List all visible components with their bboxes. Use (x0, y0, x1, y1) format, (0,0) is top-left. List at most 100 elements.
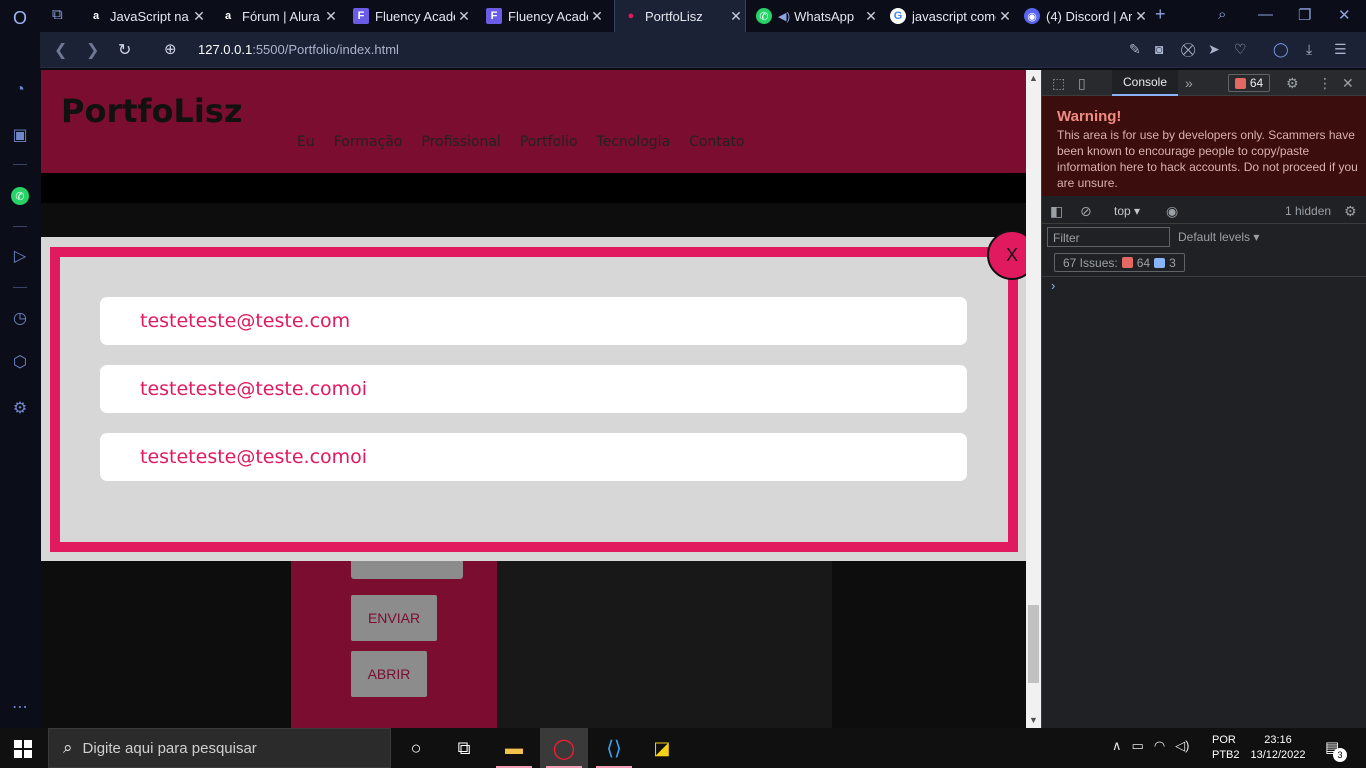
taskbar-search-box[interactable]: ⌕ Digite aqui para pesquisar (48, 728, 391, 768)
device-toolbar-icon[interactable]: ▯ (1078, 75, 1086, 92)
warning-text: This area is for use by developers only.… (1057, 128, 1358, 190)
tab-console[interactable]: Console (1112, 70, 1178, 96)
minimize-window-icon[interactable]: — (1258, 6, 1273, 23)
bookmark-heart-icon[interactable]: ♡ (1234, 41, 1247, 58)
close-tab-icon[interactable]: ✕ (190, 8, 208, 25)
close-tab-icon[interactable]: ✕ (862, 8, 880, 25)
clear-console-icon[interactable]: ⊘ (1080, 203, 1092, 220)
close-tab-icon[interactable]: ✕ (727, 8, 745, 25)
windows-start-icon[interactable] (14, 740, 32, 758)
log-levels-label: Default levels (1178, 230, 1251, 244)
tab-fluency-1[interactable]: F Fluency Acader ✕ (345, 0, 473, 32)
open-button[interactable]: ABRIR (351, 651, 427, 697)
issues-badge[interactable]: 67 Issues: 64 3 (1054, 253, 1185, 272)
close-devtools-icon[interactable]: ✕ (1342, 75, 1354, 92)
console-prompt[interactable]: › (1051, 278, 1055, 293)
input-language[interactable]: POR PTB2 (1212, 733, 1240, 763)
nav-link-formacao[interactable]: Formação (334, 134, 403, 150)
more-options-icon[interactable]: ⋯ (10, 697, 30, 717)
site-info-globe-icon[interactable]: ⊕ (164, 40, 177, 58)
issues-label: 67 Issues: (1063, 255, 1118, 270)
devtools-menu-icon[interactable]: ⋮ (1318, 75, 1332, 92)
adblock-shield-icon[interactable]: ⛒ (1181, 41, 1195, 58)
new-tab-button[interactable]: + (1155, 4, 1166, 25)
tab-search-icon[interactable]: ⌕ (1218, 6, 1226, 23)
tab-whatsapp[interactable]: ✆ ◀) WhatsApp ✕ (748, 0, 880, 32)
close-tab-icon[interactable]: ✕ (996, 8, 1014, 25)
tab-google-search[interactable]: G javascript como ✕ (882, 0, 1014, 32)
sidebar-divider (13, 287, 27, 288)
opera-logo-icon[interactable]: O (10, 8, 30, 28)
discord-favicon-icon: ◉ (1024, 8, 1040, 24)
console-settings-gear-icon[interactable]: ⚙ (1344, 203, 1357, 220)
issue-error-icon (1121, 257, 1133, 268)
nav-link-profissional[interactable]: Profissional (421, 134, 500, 150)
restore-window-icon[interactable]: ❐ (1298, 6, 1311, 24)
nav-link-portfolio[interactable]: Portfolio (520, 134, 578, 150)
alura-favicon-icon: a (224, 10, 232, 22)
tab-portfolisz[interactable]: ● PortfoLisz ✕ (614, 0, 746, 32)
log-levels-dropdown[interactable]: Default levels ▾ (1178, 230, 1259, 244)
wifi-icon[interactable]: ◠ (1154, 738, 1165, 754)
close-window-icon[interactable]: ✕ (1338, 6, 1351, 24)
forward-icon[interactable]: ❯ (86, 40, 99, 60)
context-selector[interactable]: top ▾ (1114, 204, 1140, 218)
volume-icon[interactable]: ◁) (1175, 738, 1189, 754)
nav-link-tecnologia[interactable]: Tecnologia (596, 134, 670, 150)
keyboard-layout: PTB2 (1212, 749, 1240, 761)
scroll-down-arrow-icon[interactable]: ▼ (1029, 715, 1038, 725)
file-explorer-icon[interactable]: ▬ (490, 728, 538, 768)
console-toolbar: ◧ ⊘ top ▾ ◉ 1 hidden ⚙ (1042, 198, 1366, 224)
player-icon[interactable]: ▷ (10, 246, 30, 266)
profile-icon[interactable]: ◯ (1273, 41, 1289, 58)
tab-discord[interactable]: ◉ (4) Discord | Ar ✕ (1016, 0, 1150, 32)
opera-taskbar-icon[interactable]: ◯ (540, 728, 588, 768)
issue-info-icon (1154, 257, 1166, 268)
extensions-cube-icon[interactable]: ⬡ (10, 352, 30, 372)
tab-javascript[interactable]: a JavaScript na W ✕ (80, 0, 208, 32)
devtools-settings-gear-icon[interactable]: ⚙ (1286, 75, 1299, 92)
nav-link-contato[interactable]: Contato (689, 134, 744, 150)
error-count-badge[interactable]: 64 (1228, 74, 1270, 92)
send-flow-icon[interactable]: ➤ (1208, 41, 1220, 58)
live-expression-eye-icon[interactable]: ◉ (1166, 203, 1178, 220)
site-logo[interactable]: PortfoLisz (61, 92, 242, 130)
inspect-element-icon[interactable]: ⬚ (1052, 75, 1065, 92)
page-scrollbar[interactable]: ▲ ▼ (1026, 70, 1041, 728)
console-filter-input[interactable]: Filter (1047, 227, 1170, 247)
sticky-notes-icon[interactable]: ◪ (638, 728, 686, 768)
workspaces-icon[interactable]: ⧉ (52, 6, 63, 23)
close-tab-icon[interactable]: ✕ (588, 8, 606, 25)
task-view-icon[interactable]: ⧉ (440, 728, 488, 768)
close-tab-icon[interactable]: ✕ (1132, 8, 1150, 25)
taskbar-clock[interactable]: 23:16 13/12/2022 (1248, 733, 1308, 763)
nav-link-eu[interactable]: Eu (297, 134, 315, 150)
scroll-thumb[interactable] (1028, 605, 1039, 683)
show-hidden-icons-icon[interactable]: ∧ (1112, 738, 1122, 754)
scroll-up-arrow-icon[interactable]: ▲ (1029, 73, 1038, 83)
tab-title: Fluency Acader (508, 8, 588, 24)
send-button[interactable]: ENVIAR (351, 595, 437, 641)
tab-strip: ⧉ a JavaScript na W ✕ a Fórum | Alura - … (40, 0, 1366, 32)
edit-icon[interactable]: ✎ (1129, 41, 1141, 58)
history-icon[interactable]: ◷ (10, 308, 30, 328)
close-tab-icon[interactable]: ✕ (455, 8, 473, 25)
cortana-icon[interactable]: ○ (392, 728, 440, 768)
downloads-icon[interactable]: ⤓ (1306, 41, 1312, 58)
reload-icon[interactable]: ↻ (118, 40, 131, 60)
speed-dial-icon[interactable]: ◔ (10, 80, 30, 100)
whatsapp-icon[interactable]: ✆ (10, 186, 30, 206)
close-tab-icon[interactable]: ✕ (322, 8, 340, 25)
back-icon[interactable]: ❮ (54, 40, 67, 60)
more-tabs-icon[interactable]: » (1185, 75, 1193, 91)
show-sidebar-icon[interactable]: ◧ (1050, 203, 1063, 220)
battery-icon[interactable]: ▭ (1132, 738, 1144, 754)
url-field[interactable]: 127.0.0.1:5500/Portfolio/index.html (198, 42, 399, 57)
snapshot-camera-icon[interactable]: ◙ (1155, 41, 1163, 57)
vscode-icon[interactable]: ⟨⟩ (590, 728, 638, 768)
settings-gear-icon[interactable]: ⚙ (10, 398, 30, 418)
tab-forum-alura[interactable]: a Fórum | Alura - ✕ (212, 0, 340, 32)
shopping-bag-icon[interactable]: ▣ (10, 125, 30, 145)
easy-setup-icon[interactable]: ☰ (1334, 41, 1347, 58)
tab-fluency-2[interactable]: F Fluency Acader ✕ (478, 0, 606, 32)
